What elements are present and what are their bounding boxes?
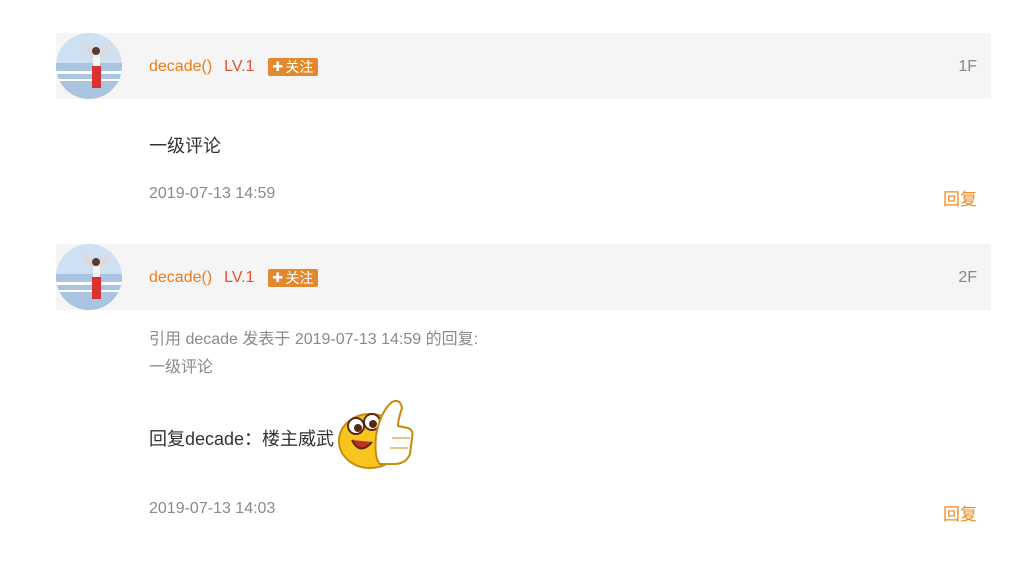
plus-icon: ✚ [272, 270, 284, 285]
avatar[interactable] [56, 33, 122, 99]
follow-label: 关注 [285, 59, 314, 75]
comment-text: 回复decade：楼主威武 [149, 428, 335, 449]
quote-header: 引用 decade 发表于 2019-07-13 14:59 的回复: [149, 331, 479, 348]
quote-block: 引用 decade 发表于 2019-07-13 14:59 的回复: 一级评论 [149, 326, 478, 382]
comment-meta: decade() LV.1 ✚ 关注 [149, 268, 319, 288]
reply-button[interactable]: 回复 [943, 185, 977, 210]
username[interactable]: decade() [149, 58, 212, 76]
floor-number: 1F [958, 58, 977, 75]
thumbs-up-emoji-icon [336, 396, 416, 479]
comment-text-line: 回复decade：楼主威武 [149, 396, 416, 479]
comment-timestamp: 2019-07-13 14:03 [149, 500, 276, 517]
comment-meta: decade() LV.1 ✚ 关注 [149, 57, 319, 77]
follow-button[interactable]: ✚ 关注 [268, 269, 319, 287]
user-level: LV.1 [224, 58, 255, 75]
comment-timestamp: 2019-07-13 14:59 [149, 185, 276, 202]
plus-icon: ✚ [272, 59, 284, 74]
user-level: LV.1 [224, 269, 255, 286]
floor-number: 2F [958, 269, 977, 286]
reply-button[interactable]: 回复 [943, 500, 977, 525]
quote-text: 一级评论 [149, 359, 214, 376]
comment-text: 一级评论 [149, 136, 221, 156]
avatar[interactable] [56, 244, 122, 310]
follow-label: 关注 [285, 270, 314, 286]
username[interactable]: decade() [149, 269, 212, 287]
follow-button[interactable]: ✚ 关注 [268, 58, 319, 76]
